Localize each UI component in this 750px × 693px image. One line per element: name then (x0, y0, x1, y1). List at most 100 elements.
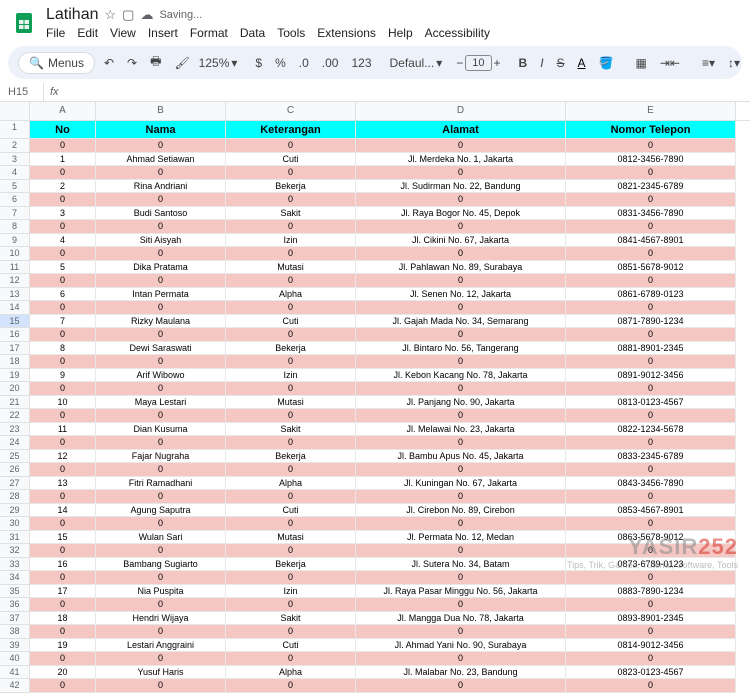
cell[interactable]: 0 (226, 166, 356, 180)
cell[interactable]: 0853-4567-8901 (566, 504, 736, 518)
cell[interactable]: Budi Santoso (96, 207, 226, 221)
cell[interactable]: 0 (226, 544, 356, 558)
cell[interactable]: Sakit (226, 612, 356, 626)
cell[interactable]: 0 (30, 274, 96, 288)
menu-help[interactable]: Help (388, 26, 413, 40)
cell[interactable]: 0 (30, 139, 96, 153)
cell[interactable]: 0 (566, 166, 736, 180)
cell[interactable]: 0 (356, 490, 566, 504)
cell[interactable]: 0 (356, 625, 566, 639)
cell[interactable]: 0 (226, 193, 356, 207)
cell[interactable]: 0883-7890-1234 (566, 585, 736, 599)
row-header[interactable]: 6 (0, 193, 30, 207)
cell[interactable]: 0843-3456-7890 (566, 477, 736, 491)
cell[interactable]: 0 (30, 328, 96, 342)
cell[interactable]: 0 (226, 436, 356, 450)
cell[interactable]: 0 (356, 193, 566, 207)
cell[interactable]: 0822-1234-5678 (566, 423, 736, 437)
cell[interactable]: 0 (30, 247, 96, 261)
italic-icon[interactable]: I (536, 54, 547, 72)
row-header[interactable]: 32 (0, 544, 30, 558)
cell[interactable]: 0 (96, 382, 226, 396)
cell[interactable]: 0823-0123-4567 (566, 666, 736, 680)
select-all-corner[interactable] (0, 102, 30, 120)
cell[interactable]: 0 (566, 139, 736, 153)
cell[interactable]: 0 (356, 679, 566, 693)
doc-title[interactable]: Latihan (46, 6, 99, 24)
cell[interactable]: 16 (30, 558, 96, 572)
row-header[interactable]: 30 (0, 517, 30, 531)
cell[interactable]: Alpha (226, 288, 356, 302)
cell[interactable]: 0 (356, 382, 566, 396)
cell[interactable]: Rizky Maulana (96, 315, 226, 329)
cell[interactable]: 15 (30, 531, 96, 545)
cell[interactable]: 0 (30, 679, 96, 693)
cell[interactable]: 0 (226, 625, 356, 639)
cell[interactable]: 0 (96, 436, 226, 450)
cell[interactable]: 0 (566, 571, 736, 585)
menu-edit[interactable]: Edit (77, 26, 98, 40)
cell[interactable]: 0 (30, 463, 96, 477)
cell[interactable]: 0861-6789-0123 (566, 288, 736, 302)
cell[interactable]: 0871-7890-1234 (566, 315, 736, 329)
cell[interactable]: 0 (96, 409, 226, 423)
cell[interactable]: 0 (226, 274, 356, 288)
cell[interactable]: 0 (30, 382, 96, 396)
cell[interactable]: Sakit (226, 423, 356, 437)
cell[interactable]: Jl. Merdeka No. 1, Jakarta (356, 153, 566, 167)
cell[interactable]: Dian Kusuma (96, 423, 226, 437)
paint-format-icon[interactable]: 🖌 (170, 54, 193, 72)
row-header[interactable]: 13 (0, 288, 30, 302)
cell[interactable]: 0 (30, 517, 96, 531)
cell[interactable]: 0 (356, 328, 566, 342)
cell[interactable]: 0 (226, 328, 356, 342)
cell[interactable]: 0 (356, 409, 566, 423)
cell[interactable]: 0841-4567-8901 (566, 234, 736, 248)
row-header[interactable]: 8 (0, 220, 30, 234)
cell[interactable]: 0 (356, 247, 566, 261)
row-header[interactable]: 23 (0, 423, 30, 437)
cell[interactable]: 0 (96, 247, 226, 261)
col-header-b[interactable]: B (96, 102, 226, 120)
cell[interactable]: 0813-0123-4567 (566, 396, 736, 410)
zoom-select[interactable]: 125%▾ (199, 56, 238, 70)
cell[interactable]: 19 (30, 639, 96, 653)
cell[interactable]: Jl. Mangga Dua No. 78, Jakarta (356, 612, 566, 626)
cell[interactable]: 0 (96, 625, 226, 639)
cell[interactable]: Jl. Gajah Mada No. 34, Semarang (356, 315, 566, 329)
cell[interactable]: 14 (30, 504, 96, 518)
row-header[interactable]: 11 (0, 261, 30, 275)
cell[interactable]: 0891-9012-3456 (566, 369, 736, 383)
formula-bar[interactable] (65, 83, 750, 101)
cell[interactable]: 0 (566, 679, 736, 693)
menu-accessibility[interactable]: Accessibility (425, 26, 490, 40)
row-header[interactable]: 42 (0, 679, 30, 693)
cell[interactable]: Siti Aisyah (96, 234, 226, 248)
cell[interactable]: 0 (356, 571, 566, 585)
cell[interactable]: 3 (30, 207, 96, 221)
cell[interactable]: 0 (226, 517, 356, 531)
cell[interactable]: Arif Wibowo (96, 369, 226, 383)
cell[interactable]: 0 (356, 220, 566, 234)
cell[interactable]: 0 (356, 139, 566, 153)
cell[interactable]: 0 (30, 193, 96, 207)
cell[interactable]: 0 (356, 652, 566, 666)
cell[interactable]: 12 (30, 450, 96, 464)
cell[interactable]: 0 (566, 328, 736, 342)
row-header[interactable]: 16 (0, 328, 30, 342)
row-header[interactable]: 14 (0, 301, 30, 315)
cell[interactable]: Jl. Cirebon No. 89, Cirebon (356, 504, 566, 518)
cell[interactable]: Lestari Anggraini (96, 639, 226, 653)
cell[interactable]: 0831-3456-7890 (566, 207, 736, 221)
row-header[interactable]: 10 (0, 247, 30, 261)
row-header[interactable]: 31 (0, 531, 30, 545)
cell[interactable]: Nomor Telepon (566, 121, 736, 139)
row-header[interactable]: 2 (0, 139, 30, 153)
cell[interactable]: Jl. Kuningan No. 67, Jakarta (356, 477, 566, 491)
cell[interactable]: 0 (226, 571, 356, 585)
cell[interactable]: 0 (226, 598, 356, 612)
cell[interactable]: 0 (96, 274, 226, 288)
cell[interactable]: Cuti (226, 639, 356, 653)
cell[interactable]: No (30, 121, 96, 139)
cell[interactable]: 0812-3456-7890 (566, 153, 736, 167)
